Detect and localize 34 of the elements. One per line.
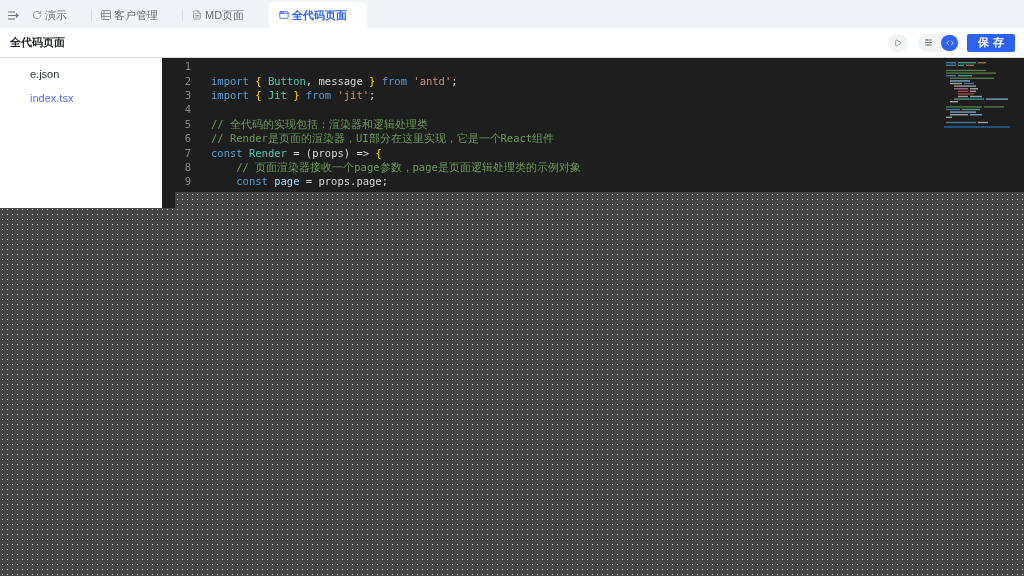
line-number: 2 bbox=[183, 73, 192, 88]
code-toggle-button[interactable] bbox=[941, 34, 958, 51]
line-number: 6 bbox=[183, 131, 192, 146]
line-number: 3 bbox=[183, 87, 192, 102]
window-icon bbox=[279, 10, 290, 20]
line-number: 9 bbox=[183, 174, 192, 189]
code-minimap[interactable] bbox=[944, 62, 1010, 130]
file-item[interactable]: index.tsx bbox=[30, 89, 74, 107]
code-line: import { Jit } from 'jit'; bbox=[211, 87, 376, 102]
save-button[interactable]: 保 存 bbox=[967, 33, 1015, 52]
menu-fold-icon[interactable] bbox=[8, 10, 19, 20]
code-icon bbox=[945, 38, 954, 47]
page-tab[interactable]: 演示 bbox=[23, 2, 91, 28]
play-icon bbox=[894, 38, 902, 47]
code-line: const page = props.page; bbox=[235, 174, 389, 189]
code-line: // 页面渲染器接收一个page参数，page是页面逻辑处理类的示例对象 bbox=[235, 159, 581, 174]
page-tab[interactable]: MD页面 bbox=[183, 2, 269, 28]
line-number: 7 bbox=[183, 145, 192, 160]
file-item[interactable]: e.json bbox=[30, 65, 60, 83]
line-number: 1 bbox=[183, 59, 192, 74]
sliders-icon bbox=[925, 39, 932, 46]
page-tab[interactable]: 客户管理 bbox=[92, 2, 182, 28]
circular-arrow-icon bbox=[32, 10, 42, 20]
line-number: 5 bbox=[183, 116, 192, 131]
code-line: // Render是页面的渲染器，UI部分在这里实现，它是一个React组件 bbox=[211, 131, 555, 146]
code-line: const Render = (props) => { bbox=[211, 145, 382, 160]
page-tab[interactable]: 全代码页面 bbox=[269, 2, 368, 28]
document-icon bbox=[192, 10, 202, 20]
code-line: // 全代码的实现包括：渲染器和逻辑处理类 bbox=[211, 116, 428, 131]
list-icon bbox=[101, 10, 111, 20]
code-line: import { Button, message } from 'antd'; bbox=[211, 73, 458, 88]
page-title: 全代码页面 bbox=[10, 35, 65, 51]
line-number: 4 bbox=[183, 102, 192, 117]
line-number: 8 bbox=[183, 159, 192, 174]
